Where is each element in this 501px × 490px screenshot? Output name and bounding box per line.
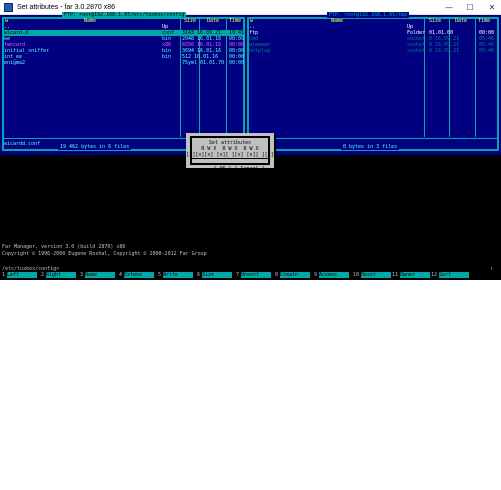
fkey-number: 3	[80, 272, 84, 278]
right-summary: 0 bytes in 3 files	[341, 144, 400, 150]
fkey-number: 7	[236, 272, 240, 278]
far-version-text: Far Manager, version 3.0 (build 2870) x8…	[2, 244, 126, 250]
fkey-label: Sort	[439, 272, 469, 278]
fkey-label: Unsort	[241, 272, 271, 278]
cancel-button[interactable]: [ Cancel ]	[235, 166, 265, 172]
fkey-number: 2	[41, 272, 45, 278]
maximize-button[interactable]: ☐	[462, 0, 478, 15]
right-file-date: 0 16.09.21	[429, 48, 460, 54]
fkey-number: 10	[353, 272, 360, 278]
left-status-filename: wicardd.conf	[4, 141, 41, 147]
fkey-label: Write	[163, 272, 193, 278]
right-file-panel[interactable]: FTP: root@192.168.1.65/tmp w Name Size D…	[247, 12, 501, 155]
fkey-label: Size	[202, 272, 232, 278]
fkey-number: 12	[431, 272, 438, 278]
ok-button[interactable]: { OK }	[213, 166, 231, 172]
fkey-label: Name	[85, 272, 115, 278]
fkey-label: Descr	[361, 272, 391, 278]
fkey-label: Extens	[124, 272, 154, 278]
fkey-number: 8	[275, 272, 279, 278]
far-copyright-text: Copyright © 1996-2000 Eugene Roshal, Cop…	[2, 251, 207, 257]
dialog-buttons: { OK } [ Cancel ]	[186, 160, 274, 178]
function-key-bar: 1 Left 2 Right 3 Name 4 Extens 5 Write 6 Size 7 Unsor…	[0, 271, 501, 280]
close-button[interactable]: ✕	[484, 0, 500, 15]
fkey-number: 1	[2, 272, 6, 278]
right-file-row[interactable]: hotplug socket 0 16.09.21 05:46	[249, 48, 498, 54]
left-file-row[interactable]: enigma2 75yml 01.01.70 00:00	[2, 60, 244, 66]
right-file-time: 05:46	[479, 48, 495, 54]
left-panel-title[interactable]: FTP: root@192.168.1.65/etc/tuxbox/config	[62, 12, 187, 18]
fkey-label: Creatn	[280, 272, 310, 278]
right-file-name: hotplug	[249, 48, 271, 54]
left-file-name: enigma2	[4, 60, 26, 66]
right-file-size: socket	[407, 48, 426, 54]
left-file-time: 00:00	[229, 60, 245, 66]
fkey-number: 5	[158, 272, 162, 278]
set-attributes-dialog: Set attributes R W X R W X R W X [x][x][…	[186, 133, 274, 172]
fkey-number: 9	[314, 272, 318, 278]
fkey-label: Left	[7, 272, 37, 278]
left-summary: 19 462 bytes in 6 files	[58, 144, 132, 150]
left-file-date: 75yml 01.01.70	[182, 60, 225, 66]
fkey-label: Right	[46, 272, 76, 278]
dialog-divider	[192, 158, 268, 159]
fkey-number: 11	[392, 272, 399, 278]
console-area: FTP: root@192.168.1.65/etc/tuxbox/config…	[0, 12, 501, 280]
minimize-button[interactable]: —	[441, 0, 457, 15]
fkey-label: Access	[319, 272, 349, 278]
fkey-number: 4	[119, 272, 123, 278]
fkey-number: 6	[197, 272, 201, 278]
right-status-divider	[247, 138, 499, 139]
far-app-icon	[4, 3, 13, 12]
fkey-label: Owner	[400, 272, 430, 278]
